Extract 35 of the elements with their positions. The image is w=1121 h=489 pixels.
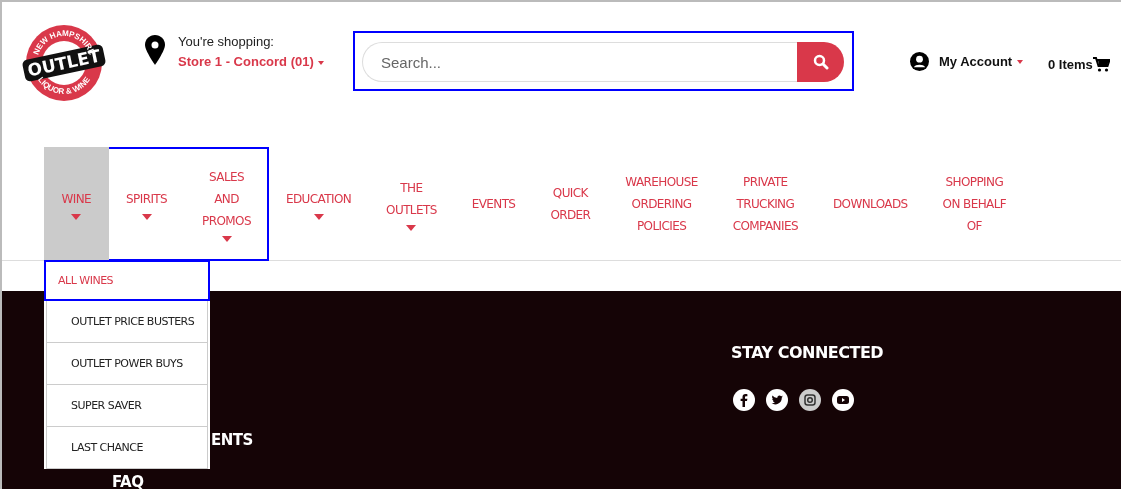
nav-tab[interactable]: THE OUTLETS	[368, 147, 455, 260]
cart-icon	[1092, 57, 1110, 73]
dropdown-item[interactable]: ALL WINES	[44, 260, 210, 301]
nav-tab[interactable]: SALES AND PROMOS	[184, 147, 269, 260]
cart-link[interactable]: 0 Items	[1048, 55, 1110, 75]
search-field[interactable]: Search...	[362, 42, 797, 82]
nav-tab[interactable]: WINE	[44, 147, 109, 260]
search-icon	[812, 54, 829, 70]
facebook-icon[interactable]	[733, 389, 755, 411]
nav-tab[interactable]: PRIVATE TRUCKING COMPANIES	[715, 147, 816, 260]
dropdown-item[interactable]: OUTLET PRICE BUSTERS	[46, 301, 208, 343]
caret-icon	[1017, 59, 1024, 64]
account-icon	[910, 52, 929, 72]
nav-tab[interactable]: WAREHOUSE ORDERING POLICIES	[607, 147, 716, 260]
account-menu[interactable]: My Account	[910, 52, 1024, 72]
store-selector[interactable]: Store 1 - Concord (01)	[178, 52, 324, 72]
footer-link[interactable]: ENTS	[211, 429, 253, 452]
nav-tab[interactable]: EVENTS	[454, 147, 533, 260]
dropdown-item[interactable]: SUPER SAVER	[46, 385, 208, 427]
footer-link[interactable]: FAQ	[112, 471, 144, 489]
location-pin-icon	[145, 35, 165, 65]
instagram-icon[interactable]	[799, 389, 821, 411]
nav-tab[interactable]: SPIRITS	[108, 147, 185, 260]
youtube-icon[interactable]	[832, 389, 854, 411]
nav-tab[interactable]: SHOPPING ON BEHALF OF	[925, 147, 1024, 260]
caret-icon	[317, 60, 324, 65]
dropdown-item[interactable]: OUTLET POWER BUYS	[46, 343, 208, 385]
nav-tab[interactable]: QUICK ORDER	[532, 147, 608, 260]
store-label: You're shopping:	[178, 33, 274, 51]
twitter-icon[interactable]	[766, 389, 788, 411]
dropdown-item[interactable]: LAST CHANCE	[46, 427, 208, 469]
search-button[interactable]	[797, 42, 844, 82]
footer-heading: STAY CONNECTED	[731, 342, 884, 364]
nav-tab[interactable]: EDUCATION	[268, 147, 369, 260]
nav-tab[interactable]: DOWNLOADS	[815, 147, 926, 260]
